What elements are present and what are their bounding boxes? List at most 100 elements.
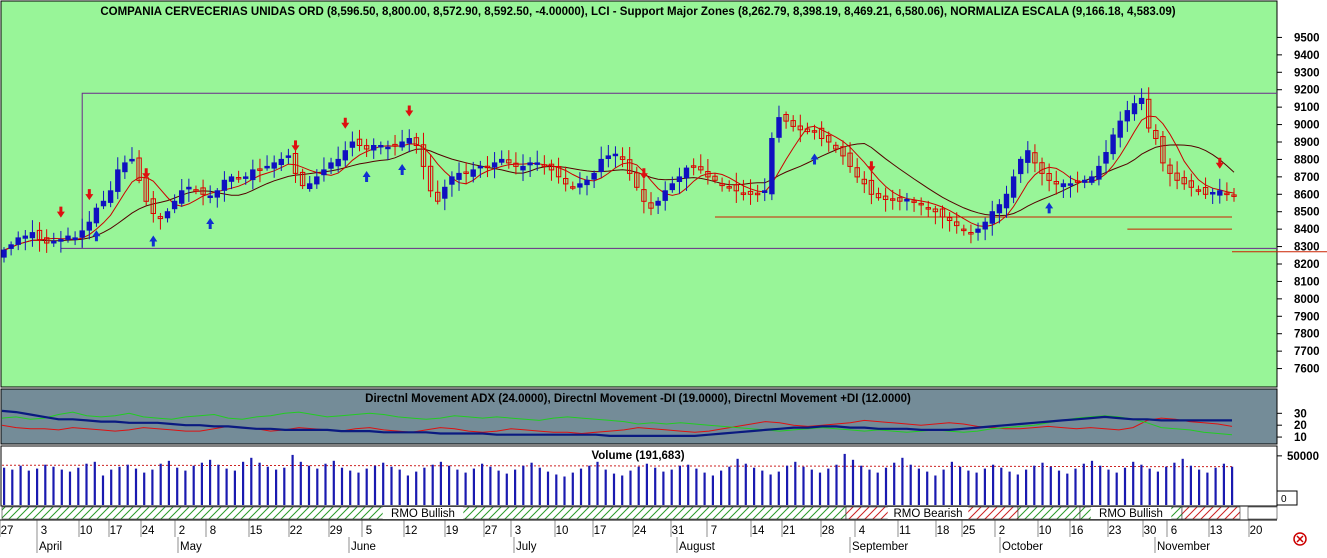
x-tick-label: 10 — [556, 525, 569, 537]
volume-bar — [621, 475, 624, 505]
volume-bar — [926, 471, 929, 505]
month-label: May — [180, 541, 202, 553]
volume-bar — [1057, 470, 1061, 505]
candle-up — [8, 244, 14, 249]
x-tick-label: 24 — [142, 525, 155, 537]
adx-y-tick-label: 20 — [1294, 420, 1307, 432]
volume-bar — [1041, 462, 1044, 505]
volume-bar — [93, 461, 96, 505]
candle-up — [378, 145, 384, 148]
candle-up — [577, 183, 583, 188]
volume-bar — [77, 467, 80, 505]
month-label: April — [39, 541, 62, 553]
candle-up — [342, 150, 349, 161]
volume-bar — [1008, 471, 1011, 505]
x-tick-label: 25 — [963, 525, 976, 537]
y-tick-label: 8300 — [1294, 242, 1320, 254]
y-tick-label: 9000 — [1294, 120, 1320, 132]
x-tick-label: 11 — [899, 525, 911, 537]
volume-bar — [604, 469, 607, 505]
volume-bar — [233, 470, 236, 505]
y-tick-label: 9400 — [1294, 50, 1320, 62]
y-tick-label: 8900 — [1294, 137, 1320, 149]
volume-bar — [1214, 467, 1217, 505]
candle-up — [989, 211, 995, 224]
volume-y-tick-label: 50000 — [1287, 451, 1319, 463]
chart-canvas: COMPANIA CERVECERIAS UNIDAS ORD (8,596.5… — [0, 0, 1327, 553]
volume-bar — [472, 468, 475, 505]
rmo-segment — [1181, 506, 1241, 520]
x-tick-label: 17 — [110, 525, 123, 537]
volume-bar — [538, 467, 541, 505]
volume-bar — [843, 453, 846, 505]
volume-bar — [1090, 460, 1094, 505]
candle-up — [349, 141, 356, 148]
volume-bar — [1049, 466, 1052, 505]
candle-up — [314, 176, 320, 185]
volume-bar — [687, 464, 690, 505]
candle-up — [1018, 158, 1024, 175]
volume-bar — [68, 471, 72, 505]
candle-up — [769, 138, 775, 195]
volume-bar — [728, 466, 731, 505]
volume-bar — [1156, 471, 1159, 505]
candle-up — [93, 207, 100, 224]
volume-bar — [1025, 469, 1028, 505]
volume-bar — [753, 467, 756, 505]
candle-up — [51, 240, 57, 244]
volume-bar — [11, 469, 14, 505]
candle-up — [1060, 183, 1067, 188]
volume-bar — [365, 468, 368, 505]
y-tick-label: 9300 — [1294, 67, 1320, 79]
volume-bar — [3, 467, 6, 505]
volume-bar — [893, 462, 896, 505]
month-label: June — [351, 541, 376, 553]
x-tick-label: 10 — [80, 525, 93, 537]
candle-up — [1096, 165, 1102, 180]
volume-bar — [340, 467, 344, 505]
x-tick-label: 18 — [937, 525, 950, 537]
y-tick-label: 8700 — [1294, 172, 1320, 184]
volume-bar — [950, 461, 953, 505]
volume-bar — [1115, 472, 1118, 505]
volume-bar — [27, 470, 30, 505]
candle-up — [1025, 150, 1031, 163]
volume-bar — [522, 465, 525, 505]
candle-up — [1217, 190, 1223, 196]
x-tick-label: 30 — [1144, 525, 1157, 537]
candle-up — [171, 200, 178, 210]
month-label: July — [516, 541, 537, 553]
candle-up — [662, 190, 668, 201]
y-tick-label: 8500 — [1294, 207, 1320, 219]
candle-up — [598, 158, 604, 172]
volume-bar — [1033, 465, 1036, 505]
volume-bar — [36, 468, 39, 505]
volume-bar — [1099, 465, 1102, 505]
volume-bar — [505, 473, 508, 505]
candle-up — [122, 162, 128, 173]
volume-bar — [744, 463, 747, 505]
x-tick-label: 14 — [752, 525, 765, 537]
volume-bar — [860, 465, 863, 505]
y-tick-label: 8800 — [1294, 154, 1320, 166]
rmo-segment — [1017, 506, 1081, 520]
candle-up — [399, 141, 405, 148]
candle-up — [904, 199, 910, 202]
candle-up — [335, 158, 341, 167]
volume-bar — [250, 457, 253, 505]
candle-up — [250, 169, 256, 181]
candle-up — [477, 165, 484, 169]
volume-bar — [959, 466, 962, 505]
x-tick-label: 15 — [250, 525, 263, 537]
candle-up — [605, 155, 611, 159]
volume-bar — [736, 458, 739, 505]
x-tick-label: 3 — [515, 525, 521, 537]
candle-up — [100, 200, 107, 207]
candle-up — [1124, 110, 1130, 122]
candle-up — [278, 158, 285, 165]
candle-up — [65, 235, 71, 240]
candle-up — [456, 172, 462, 180]
x-tick-label: 17 — [594, 525, 607, 537]
volume-bar — [678, 465, 681, 505]
x-tick-label: 3 — [41, 525, 47, 537]
